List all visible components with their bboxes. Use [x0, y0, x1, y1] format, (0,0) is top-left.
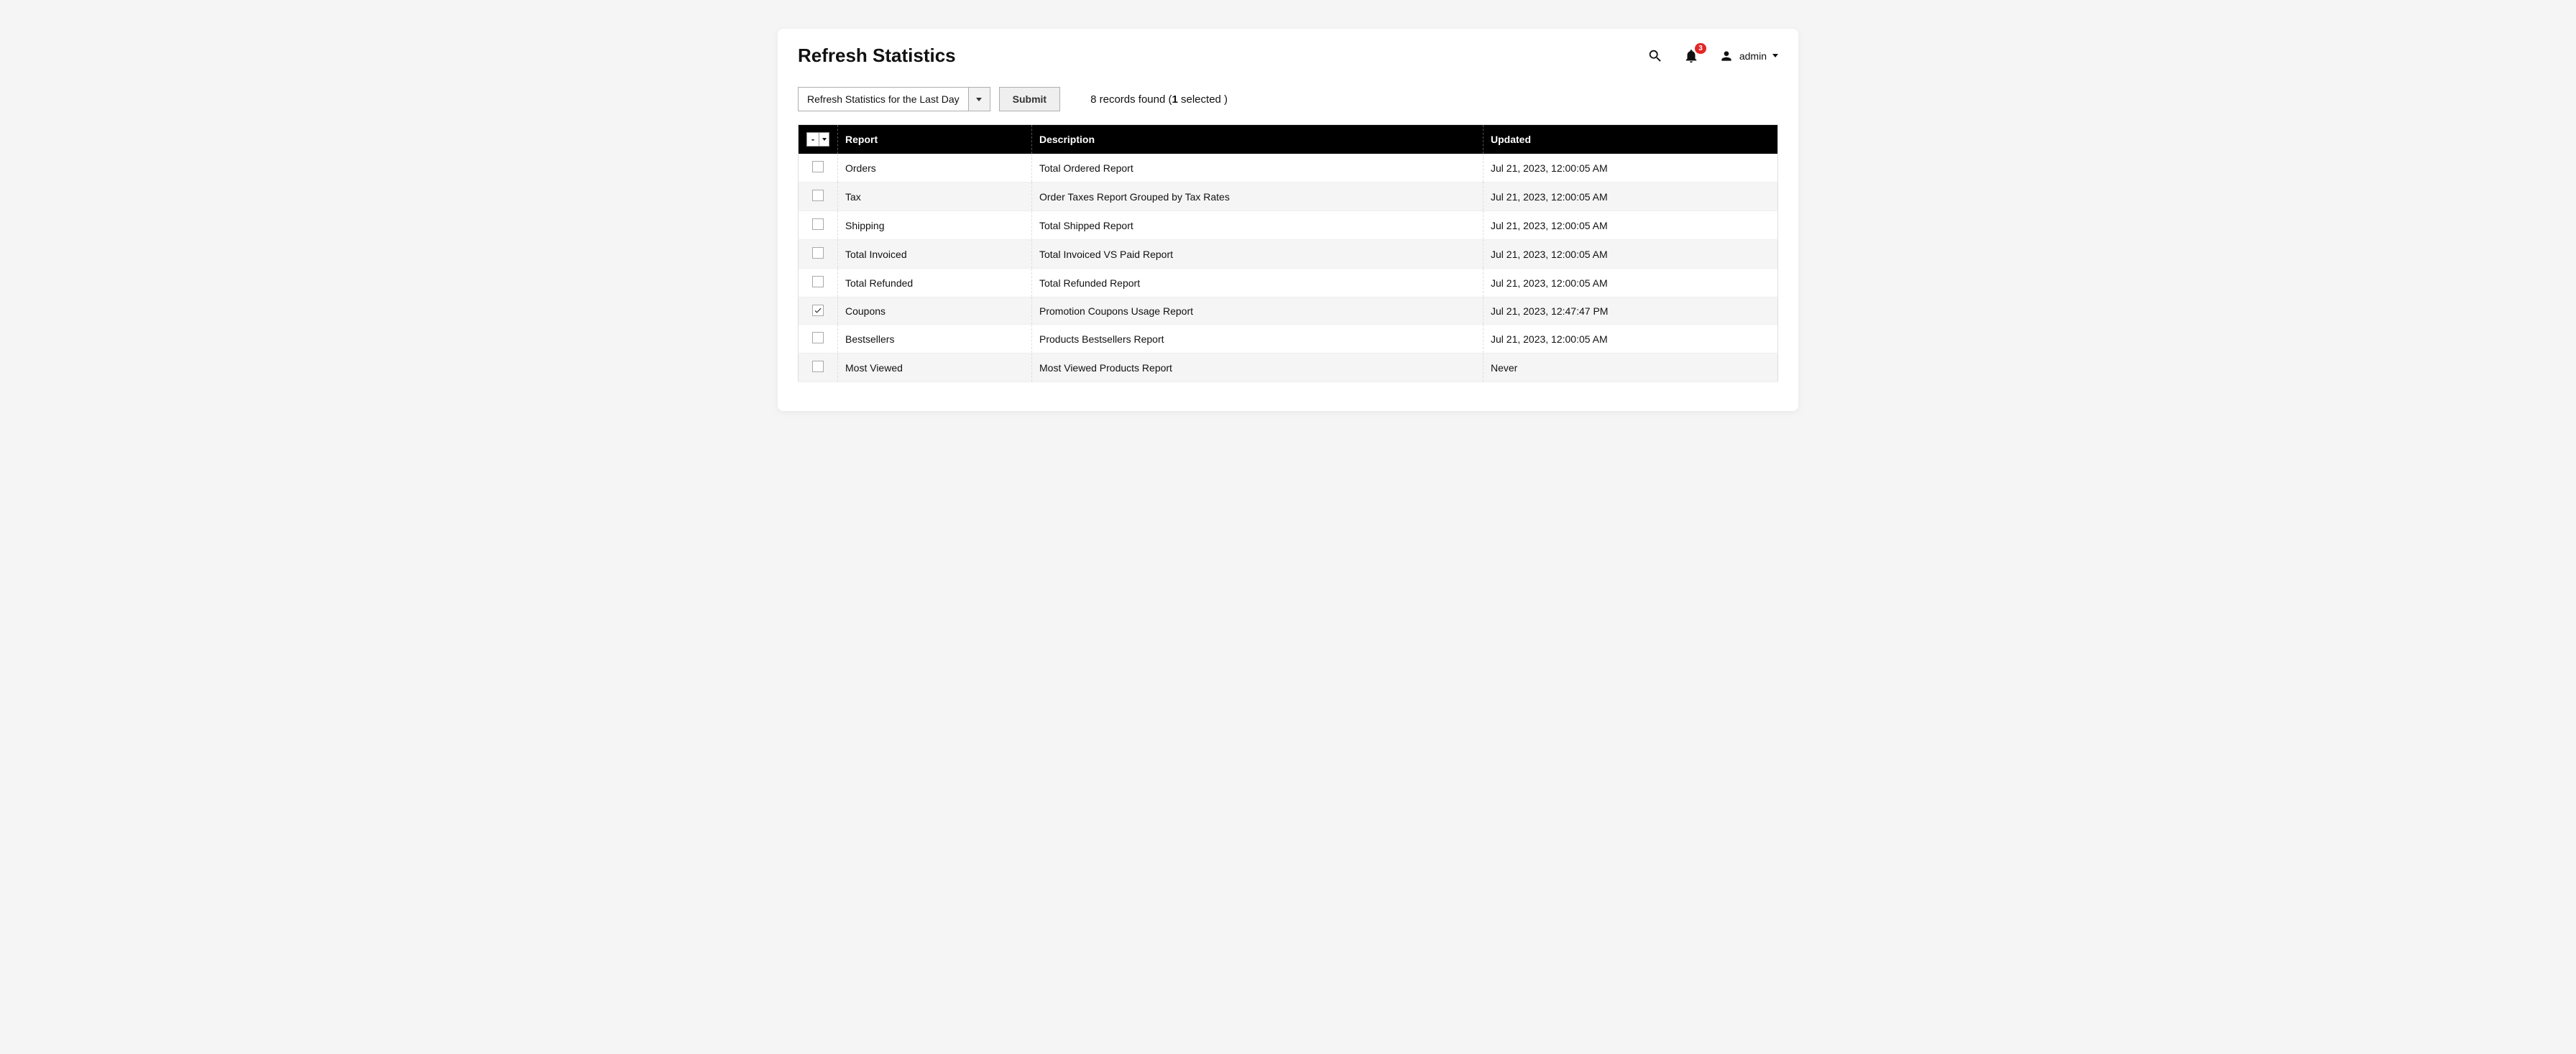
column-header-updated[interactable]: Updated — [1484, 125, 1778, 154]
row-checkbox-cell — [799, 240, 838, 269]
caret-down-icon — [976, 98, 982, 101]
cell-description: Most Viewed Products Report — [1032, 353, 1484, 382]
search-button[interactable] — [1647, 48, 1663, 64]
table-row[interactable]: ShippingTotal Shipped ReportJul 21, 2023… — [799, 211, 1778, 240]
action-select[interactable]: Refresh Statistics for the Last Day — [798, 87, 990, 111]
column-header-description[interactable]: Description — [1032, 125, 1484, 154]
cell-description: Products Bestsellers Report — [1032, 325, 1484, 353]
cell-updated: Jul 21, 2023, 12:00:05 AM — [1484, 269, 1778, 297]
table-row[interactable]: Total RefundedTotal Refunded ReportJul 2… — [799, 269, 1778, 297]
table-row[interactable]: BestsellersProducts Bestsellers ReportJu… — [799, 325, 1778, 353]
table-row[interactable]: OrdersTotal Ordered ReportJul 21, 2023, … — [799, 154, 1778, 182]
row-checkbox[interactable] — [812, 218, 824, 230]
row-checkbox-cell — [799, 353, 838, 382]
row-checkbox[interactable] — [812, 305, 824, 316]
mass-action-control[interactable]: - — [806, 132, 829, 147]
caret-down-icon — [1772, 54, 1778, 57]
cell-updated: Never — [1484, 353, 1778, 382]
table-row[interactable]: TaxOrder Taxes Report Grouped by Tax Rat… — [799, 182, 1778, 211]
statistics-table: - Report Description Updated OrdersTotal… — [798, 124, 1778, 382]
cell-report: Shipping — [838, 211, 1032, 240]
cell-description: Total Ordered Report — [1032, 154, 1484, 182]
cell-report: Tax — [838, 182, 1032, 211]
cell-updated: Jul 21, 2023, 12:00:05 AM — [1484, 211, 1778, 240]
row-checkbox-cell — [799, 182, 838, 211]
top-bar: Refresh Statistics 3 admin — [798, 45, 1778, 67]
cell-updated: Jul 21, 2023, 12:00:05 AM — [1484, 325, 1778, 353]
cell-description: Total Refunded Report — [1032, 269, 1484, 297]
caret-down-icon — [822, 138, 827, 141]
user-menu[interactable]: admin — [1719, 49, 1778, 63]
search-icon — [1647, 48, 1663, 64]
user-icon — [1719, 49, 1734, 63]
row-checkbox[interactable] — [812, 361, 824, 372]
row-checkbox-cell — [799, 154, 838, 182]
cell-description: Promotion Coupons Usage Report — [1032, 297, 1484, 325]
cell-report: Coupons — [838, 297, 1032, 325]
submit-button[interactable]: Submit — [999, 87, 1060, 111]
cell-description: Total Shipped Report — [1032, 211, 1484, 240]
column-header-select: - — [799, 125, 838, 154]
row-checkbox-cell — [799, 269, 838, 297]
action-select-dropdown[interactable] — [968, 88, 990, 111]
cell-updated: Jul 21, 2023, 12:00:05 AM — [1484, 154, 1778, 182]
cell-updated: Jul 21, 2023, 12:00:05 AM — [1484, 240, 1778, 269]
notification-badge: 3 — [1695, 43, 1706, 54]
table-row[interactable]: Total InvoicedTotal Invoiced VS Paid Rep… — [799, 240, 1778, 269]
row-checkbox[interactable] — [812, 276, 824, 287]
row-checkbox-cell — [799, 211, 838, 240]
mass-action-indicator: - — [807, 133, 819, 146]
notifications-button[interactable]: 3 — [1683, 48, 1699, 64]
cell-updated: Jul 21, 2023, 12:00:05 AM — [1484, 182, 1778, 211]
records-found-text: 8 records found (1 selected ) — [1090, 93, 1228, 106]
table-row[interactable]: Most ViewedMost Viewed Products ReportNe… — [799, 353, 1778, 382]
cell-report: Orders — [838, 154, 1032, 182]
column-header-report[interactable]: Report — [838, 125, 1032, 154]
toolbar: Refresh Statistics for the Last Day Subm… — [798, 87, 1778, 111]
username-label: admin — [1739, 50, 1767, 62]
row-checkbox[interactable] — [812, 190, 824, 201]
table-row[interactable]: CouponsPromotion Coupons Usage ReportJul… — [799, 297, 1778, 325]
row-checkbox-cell — [799, 325, 838, 353]
mass-action-dropdown[interactable] — [819, 133, 829, 146]
row-checkbox[interactable] — [812, 332, 824, 343]
page-title: Refresh Statistics — [798, 45, 956, 67]
row-checkbox[interactable] — [812, 247, 824, 259]
row-checkbox[interactable] — [812, 161, 824, 172]
cell-report: Most Viewed — [838, 353, 1032, 382]
cell-description: Order Taxes Report Grouped by Tax Rates — [1032, 182, 1484, 211]
main-panel: Refresh Statistics 3 admin Refresh Stati… — [778, 29, 1798, 411]
cell-report: Total Invoiced — [838, 240, 1032, 269]
cell-report: Total Refunded — [838, 269, 1032, 297]
top-actions: 3 admin — [1647, 48, 1778, 64]
cell-report: Bestsellers — [838, 325, 1032, 353]
cell-updated: Jul 21, 2023, 12:47:47 PM — [1484, 297, 1778, 325]
cell-description: Total Invoiced VS Paid Report — [1032, 240, 1484, 269]
action-select-label: Refresh Statistics for the Last Day — [799, 88, 968, 111]
row-checkbox-cell — [799, 297, 838, 325]
